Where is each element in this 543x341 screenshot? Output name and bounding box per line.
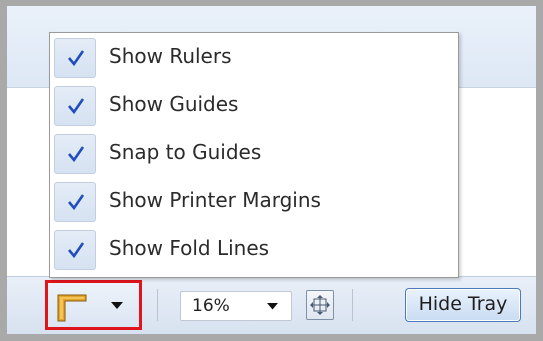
zoom-value: 16% [192,296,230,316]
ruler-options-dropdown-button[interactable] [45,280,142,330]
fit-page-button[interactable] [306,290,334,320]
menu-item-show-printer-margins[interactable]: Show Printer Margins [50,177,458,225]
menu-item-show-rulers[interactable]: Show Rulers [50,33,458,81]
checkmark-icon [68,194,85,211]
chevron-down-icon [111,302,123,309]
fit-page-icon [310,295,330,315]
menu-item-label: Snap to Guides [109,140,262,164]
hide-tray-button[interactable]: Hide Tray [405,288,521,322]
check-indicator [54,86,96,126]
zoom-dropdown[interactable]: 16% [180,291,292,321]
menu-item-label: Show Guides [109,92,239,116]
tray-separator [352,289,353,321]
check-indicator [54,134,96,174]
tray-separator [157,289,158,321]
check-indicator [54,38,96,78]
checkmark-icon [68,98,85,115]
menu-item-show-fold-lines[interactable]: Show Fold Lines [50,225,458,273]
menu-item-snap-to-guides[interactable]: Snap to Guides [50,129,458,177]
menu-item-label: Show Fold Lines [109,236,270,260]
checkmark-icon [68,242,85,259]
view-options-menu: Show Rulers Show Guides Snap to Guides S… [49,32,459,278]
checkmark-icon [68,50,85,67]
checkmark-icon [68,146,85,163]
app-window: 16% Hide Tray Show Rulers Show Guides Sn… [0,0,543,341]
check-indicator [54,182,96,222]
menu-item-label: Show Printer Margins [109,188,321,212]
menu-item-label: Show Rulers [109,44,232,68]
check-indicator [54,230,96,270]
menu-item-show-guides[interactable]: Show Guides [50,81,458,129]
ruler-corner-icon [57,294,87,322]
chevron-down-icon [267,303,278,310]
bottom-tray: 16% Hide Tray [7,276,536,334]
